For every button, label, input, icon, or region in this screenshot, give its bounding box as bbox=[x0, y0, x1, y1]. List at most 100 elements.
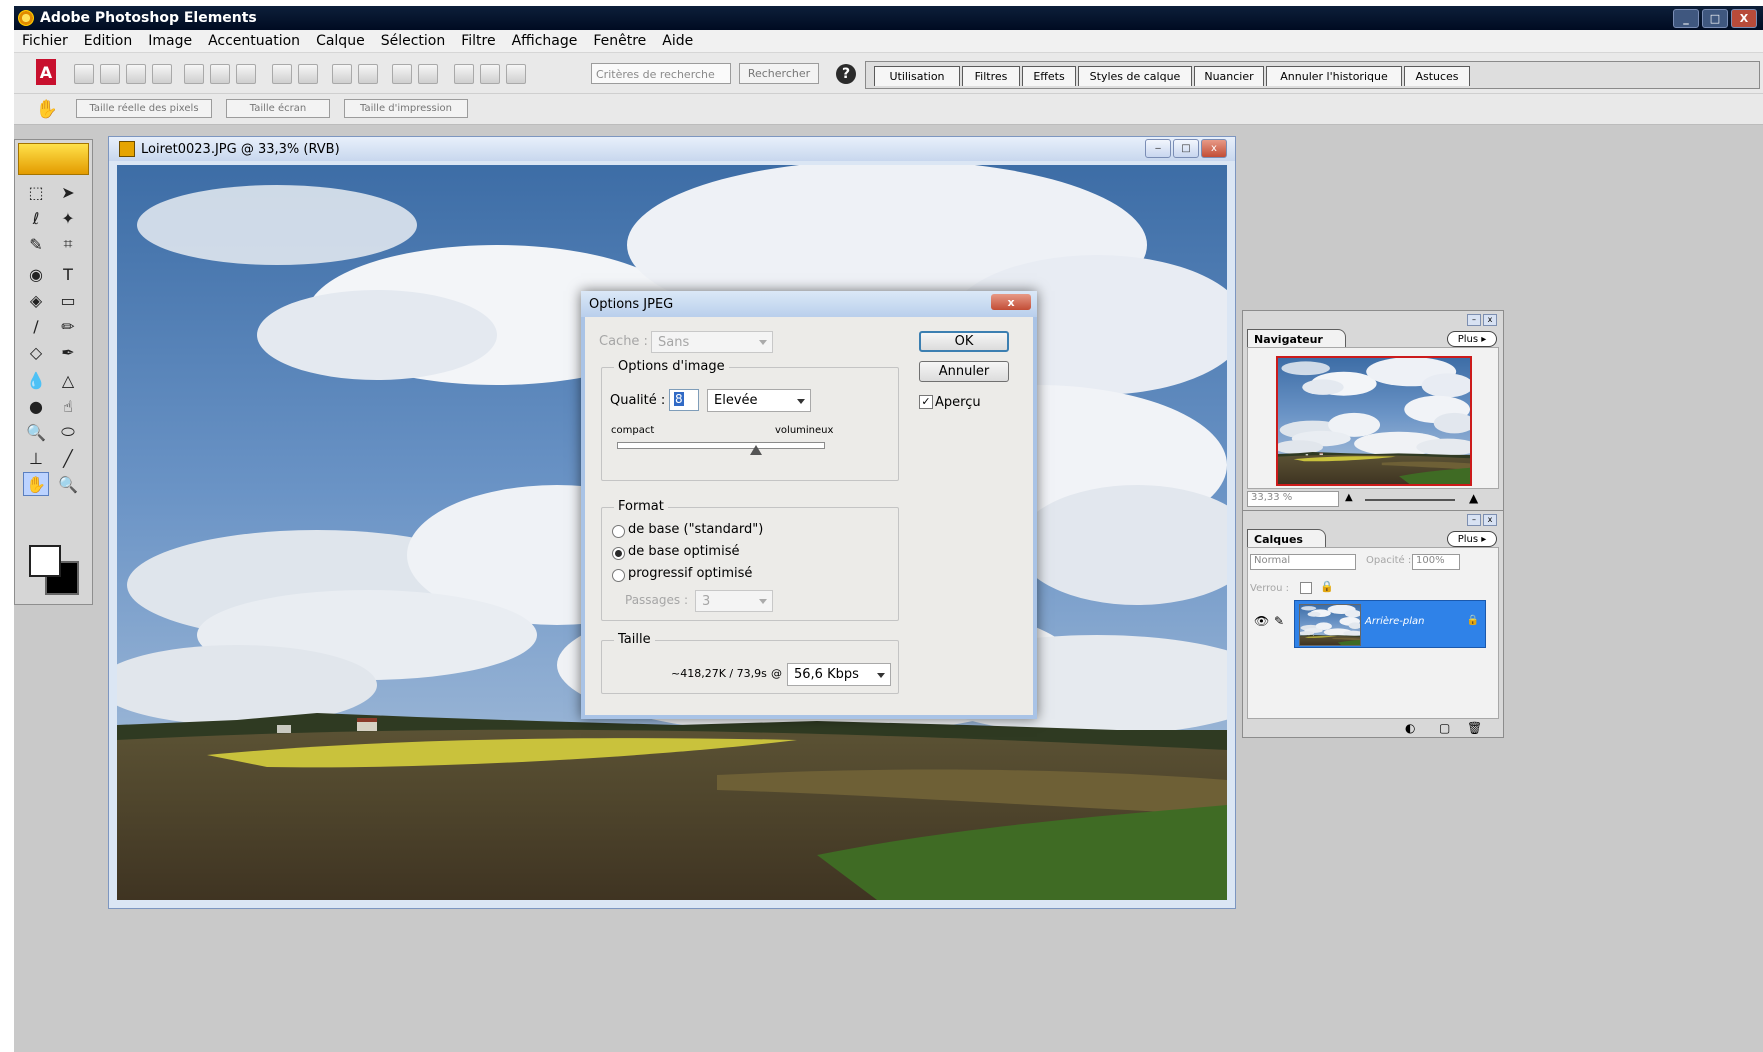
lock-transparency-icon[interactable] bbox=[1300, 582, 1312, 594]
tab-utilisation[interactable]: Utilisation bbox=[874, 66, 960, 86]
layer-link-icon[interactable]: ✎ bbox=[1274, 614, 1284, 628]
menu-selection[interactable]: Sélection bbox=[373, 33, 454, 49]
close-button[interactable]: X bbox=[1731, 9, 1757, 28]
selection-brush-icon[interactable]: ✎ bbox=[23, 232, 49, 256]
attach-icon[interactable] bbox=[358, 64, 378, 84]
undo-icon[interactable] bbox=[392, 64, 412, 84]
navigator-collapse-button[interactable]: – bbox=[1467, 314, 1481, 326]
navigator-thumbnail[interactable] bbox=[1276, 356, 1472, 486]
sharpen-tool-icon[interactable]: △ bbox=[55, 368, 81, 392]
eyedropper-icon[interactable]: ╱ bbox=[55, 446, 81, 470]
layers-collapse-button[interactable]: – bbox=[1467, 514, 1481, 526]
help-icon[interactable]: ? bbox=[836, 64, 856, 84]
layers-tab[interactable]: Calques bbox=[1247, 529, 1326, 548]
doc-close-button[interactable]: x bbox=[1201, 139, 1227, 158]
menu-filtre[interactable]: Filtre bbox=[453, 33, 503, 49]
menu-calque[interactable]: Calque bbox=[308, 33, 373, 49]
browse-icon[interactable] bbox=[126, 64, 146, 84]
crop-tool-icon[interactable]: ⌗ bbox=[55, 232, 81, 256]
format-baseline-optimized-radio[interactable] bbox=[612, 547, 625, 560]
blur-tool-icon[interactable]: 💧 bbox=[23, 368, 49, 392]
red-eye-tool-icon[interactable]: ◉ bbox=[23, 262, 49, 286]
gradient-tool-icon[interactable]: ▭ bbox=[55, 288, 81, 312]
print-icon[interactable] bbox=[272, 64, 292, 84]
quick-fix-icon[interactable] bbox=[454, 64, 474, 84]
hand-tool-button-icon[interactable]: ✋ bbox=[23, 472, 49, 496]
quality-slider-track[interactable] bbox=[617, 442, 825, 449]
online-services-icon[interactable] bbox=[298, 64, 318, 84]
layer-visibility-icon[interactable]: 👁 bbox=[1254, 614, 1269, 628]
eraser-tool-icon[interactable]: ◇ bbox=[23, 340, 49, 364]
navigator-zoom-field[interactable]: 33,33 % bbox=[1247, 491, 1339, 507]
pencil-tool-icon[interactable]: ✏ bbox=[55, 314, 81, 338]
foreground-color-swatch[interactable] bbox=[29, 545, 61, 577]
tab-styles-de-calque[interactable]: Styles de calque bbox=[1078, 66, 1192, 86]
clone-stamp-icon[interactable]: ⊥ bbox=[23, 446, 49, 470]
preview-checkbox[interactable]: ✓ bbox=[919, 395, 933, 409]
layer-row-background[interactable]: Arrière-plan 🔒 bbox=[1294, 600, 1486, 648]
import-icon[interactable] bbox=[152, 64, 172, 84]
doc-maximize-button[interactable]: □ bbox=[1173, 139, 1199, 158]
layers-close-button[interactable]: x bbox=[1483, 514, 1497, 526]
menu-edition[interactable]: Edition bbox=[76, 33, 140, 49]
magic-wand-icon[interactable]: ✦ bbox=[55, 206, 81, 230]
menu-affichage[interactable]: Affichage bbox=[504, 33, 586, 49]
fit-screen-button[interactable]: Taille écran bbox=[226, 99, 330, 118]
menu-fenetre[interactable]: Fenêtre bbox=[585, 33, 654, 49]
zoom-slider[interactable] bbox=[1365, 499, 1455, 501]
connection-speed-dropdown[interactable]: 56,6 Kbps bbox=[787, 663, 891, 686]
doc-minimize-button[interactable]: ‒ bbox=[1145, 139, 1171, 158]
sponge-tool-icon[interactable]: ● bbox=[23, 394, 49, 418]
type-tool-icon[interactable]: T bbox=[55, 262, 81, 286]
move-tool-icon[interactable]: ➤ bbox=[55, 180, 81, 204]
zoom-tool-icon[interactable]: 🔍 bbox=[55, 472, 81, 496]
menu-aide[interactable]: Aide bbox=[654, 33, 701, 49]
search-input[interactable]: Critères de recherche bbox=[591, 63, 731, 84]
zoom-out-icon[interactable]: ▲ bbox=[1345, 492, 1353, 503]
tab-astuces[interactable]: Astuces bbox=[1404, 66, 1470, 86]
print-preview-icon[interactable] bbox=[236, 64, 256, 84]
tab-effets[interactable]: Effets bbox=[1022, 66, 1076, 86]
save-for-web-icon[interactable] bbox=[210, 64, 230, 84]
lock-all-icon[interactable]: 🔒 bbox=[1320, 580, 1334, 593]
minimize-button[interactable]: _ bbox=[1673, 9, 1699, 28]
actual-pixels-button[interactable]: Taille réelle des pixels bbox=[76, 99, 212, 118]
cancel-button[interactable]: Annuler bbox=[919, 361, 1009, 382]
smudge-tool-icon[interactable]: ☝ bbox=[55, 394, 81, 418]
lasso-tool-icon[interactable]: ℓ bbox=[23, 206, 49, 230]
impressionist-brush-icon[interactable]: ✒ bbox=[55, 340, 81, 364]
adobe-logo-icon[interactable]: A bbox=[36, 59, 56, 85]
open-file-icon[interactable] bbox=[100, 64, 120, 84]
new-layer-icon[interactable]: ▢ bbox=[1439, 721, 1450, 735]
tab-filtres[interactable]: Filtres bbox=[962, 66, 1020, 86]
tab-nuancier[interactable]: Nuancier bbox=[1194, 66, 1264, 86]
redo-icon[interactable] bbox=[418, 64, 438, 84]
marquee-tool-icon[interactable]: ⬚ bbox=[23, 180, 49, 204]
blend-mode-dropdown[interactable]: Normal bbox=[1250, 554, 1356, 570]
quality-preset-dropdown[interactable]: Elevée bbox=[707, 389, 811, 412]
shape-tool-icon[interactable]: ⬭ bbox=[55, 420, 81, 444]
step-by-step-icon[interactable] bbox=[480, 64, 500, 84]
print-size-button[interactable]: Taille d'impression bbox=[344, 99, 468, 118]
dialog-close-button[interactable]: x bbox=[991, 294, 1031, 310]
color-management-icon[interactable] bbox=[506, 64, 526, 84]
brush-tool-icon[interactable]: ∕ bbox=[23, 314, 49, 338]
zoom-in-icon[interactable]: ▲ bbox=[1469, 491, 1478, 505]
dodge-tool-icon[interactable]: 🔍 bbox=[23, 420, 49, 444]
maximize-button[interactable]: □ bbox=[1702, 9, 1728, 28]
ok-button[interactable]: OK bbox=[919, 331, 1009, 352]
menu-accentuation[interactable]: Accentuation bbox=[200, 33, 308, 49]
navigator-close-button[interactable]: x bbox=[1483, 314, 1497, 326]
search-button[interactable]: Rechercher bbox=[739, 63, 819, 84]
format-baseline-standard-radio[interactable] bbox=[612, 525, 625, 538]
format-progressive-radio[interactable] bbox=[612, 569, 625, 582]
navigator-more-button[interactable]: Plus ▸ bbox=[1447, 331, 1497, 347]
email-icon[interactable] bbox=[332, 64, 352, 84]
quality-slider-thumb[interactable] bbox=[750, 445, 763, 455]
adjustment-layer-icon[interactable]: ◐ bbox=[1405, 721, 1415, 735]
new-file-icon[interactable] bbox=[74, 64, 94, 84]
menu-fichier[interactable]: Fichier bbox=[14, 33, 76, 49]
paint-bucket-icon[interactable]: ◈ bbox=[23, 288, 49, 312]
quality-input[interactable]: 8 bbox=[669, 389, 699, 411]
layers-more-button[interactable]: Plus ▸ bbox=[1447, 531, 1497, 547]
